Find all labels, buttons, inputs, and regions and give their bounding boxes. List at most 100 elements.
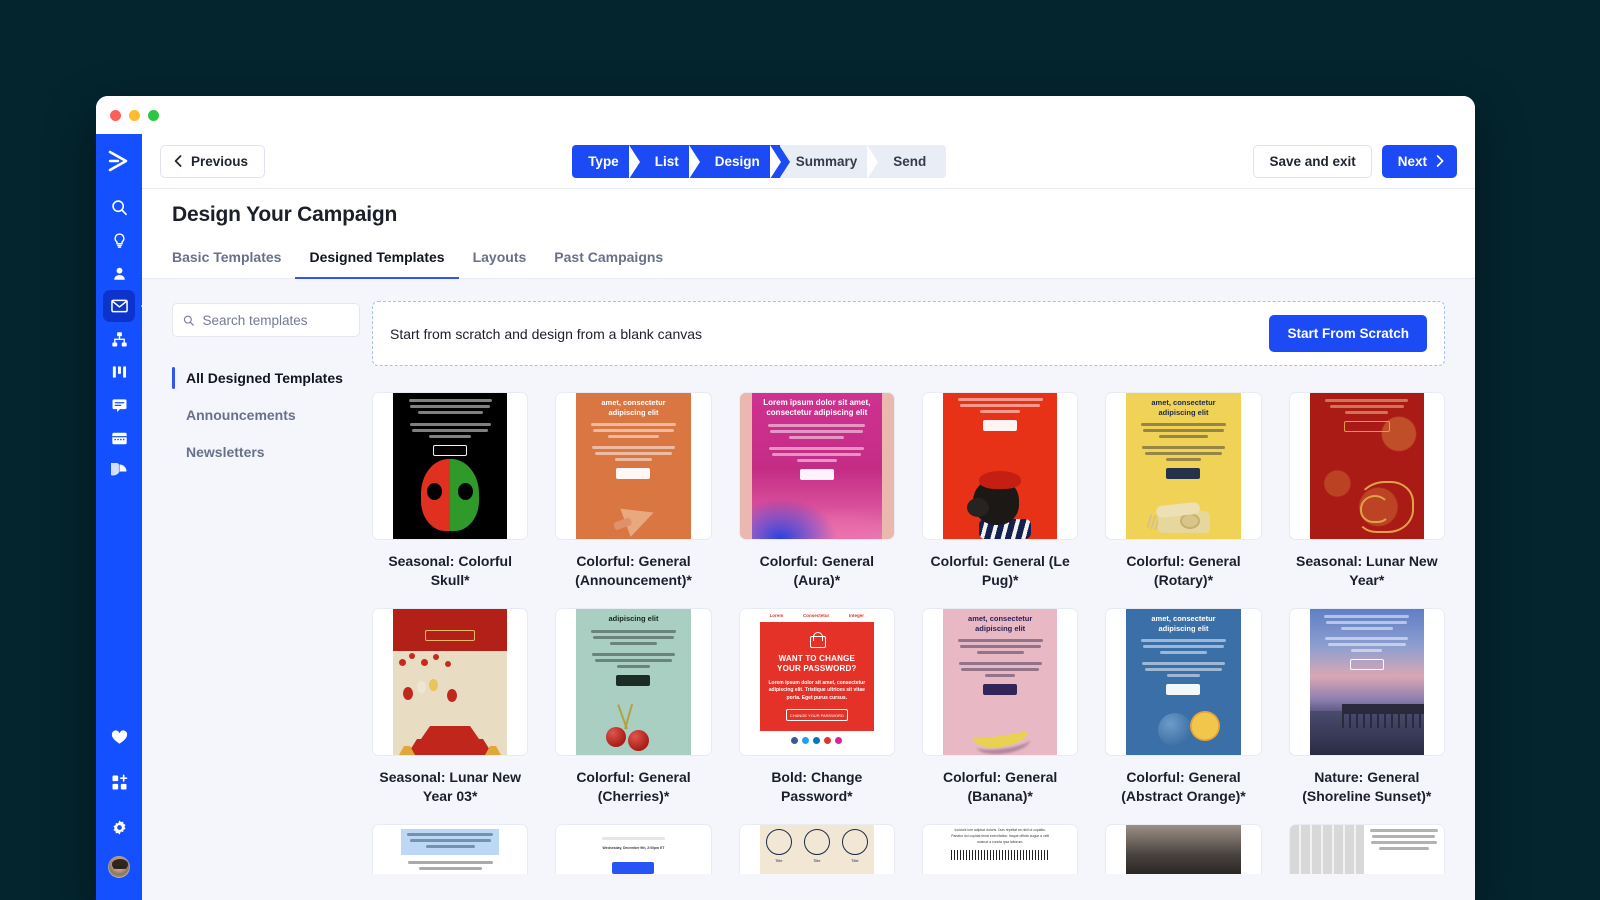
activecampaign-logo-icon[interactable] xyxy=(107,150,131,177)
website-icon[interactable] xyxy=(103,422,135,454)
template-preview-change-password: Lorem Consectetur Integer WANT TO CHANGE… xyxy=(759,609,874,755)
template-thumbnail[interactable] xyxy=(1288,608,1445,756)
start-from-scratch-text: Start from scratch and design from a bla… xyxy=(390,325,703,342)
window-maximize-button[interactable] xyxy=(148,109,159,121)
category-announcements[interactable]: Announcements xyxy=(172,400,360,430)
template-name: Colorful: General (Rotary)* xyxy=(1126,553,1241,589)
template-preview-abstract-orange: amet, consectetur adipiscing elit xyxy=(1126,609,1241,755)
template-thumbnail[interactable] xyxy=(372,392,529,540)
category-all-designed-templates[interactable]: All Designed Templates xyxy=(172,363,360,393)
pipelines-icon[interactable] xyxy=(103,356,135,388)
template-card[interactable] xyxy=(1105,824,1262,874)
template-card[interactable]: Colorful: General (Le Pug)* xyxy=(921,392,1079,608)
template-card[interactable]: amet, consectetur adipiscing elit Colorf… xyxy=(921,608,1079,824)
template-thumbnail[interactable]: Lorem Consectetur Integer WANT TO CHANGE… xyxy=(738,608,895,756)
template-name: Seasonal: Lunar New Year 03* xyxy=(379,769,521,805)
template-card[interactable] xyxy=(1288,824,1445,874)
contacts-icon[interactable] xyxy=(103,257,135,289)
step-design[interactable]: Design xyxy=(698,144,790,178)
template-card[interactable]: Incidunt iure adipisci doloris. Duis rep… xyxy=(921,824,1079,874)
template-thumbnail[interactable]: amet, consectetur adipiscing elit xyxy=(921,608,1079,756)
gear-icon[interactable] xyxy=(103,811,135,843)
template-card[interactable]: amet, consectetur adipiscing elit Colorf… xyxy=(1105,392,1262,608)
previous-button[interactable]: Previous xyxy=(160,144,266,178)
tab-designed-templates[interactable]: Designed Templates xyxy=(295,249,459,279)
step-design-label: Design xyxy=(714,153,760,169)
template-thumbnail[interactable]: Incidunt iure adipisci doloris. Duis rep… xyxy=(921,824,1079,874)
template-card[interactable] xyxy=(372,824,529,874)
save-and-exit-button[interactable]: Save and exit xyxy=(1253,144,1372,178)
heart-icon[interactable] xyxy=(103,721,135,753)
template-preview-receipt: Incidunt iure adipisci doloris. Duis rep… xyxy=(943,825,1058,874)
global-nav-rail xyxy=(96,134,142,900)
conversations-icon[interactable] xyxy=(103,389,135,421)
start-from-scratch-button[interactable]: Start From Scratch xyxy=(1269,315,1427,352)
campaign-toolbar: Previous Type List Design Summary Send S… xyxy=(142,134,1475,189)
template-card[interactable]: Seasonal: Colorful Skull* xyxy=(372,392,529,608)
next-button[interactable]: Next xyxy=(1381,144,1457,178)
tab-past-campaigns[interactable]: Past Campaigns xyxy=(540,249,677,279)
tab-layouts[interactable]: Layouts xyxy=(459,249,541,279)
window-close-button[interactable] xyxy=(110,109,121,121)
template-card[interactable]: Lorem ipsum dolor sit amet, consectetur … xyxy=(738,392,895,608)
campaign-stepper: Type List Design Summary Send xyxy=(572,144,947,178)
automations-icon[interactable] xyxy=(103,323,135,355)
template-card[interactable]: adipiscing elit Colorful: General (Cherr… xyxy=(555,608,712,824)
template-card[interactable]: Title Title Title xyxy=(738,824,895,874)
template-thumbnail[interactable] xyxy=(1288,392,1445,540)
template-thumbnail[interactable] xyxy=(372,608,529,756)
step-summary-label: Summary xyxy=(795,153,858,169)
lock-icon xyxy=(809,632,826,648)
template-preview-lunar-new-year-03 xyxy=(393,609,508,755)
preview-body: Incidunt iure adipisci doloris. Duis rep… xyxy=(951,828,1050,844)
barcode xyxy=(951,850,1050,861)
template-name: Colorful: General (Banana)* xyxy=(942,769,1058,805)
template-thumbnail[interactable]: adipiscing elit xyxy=(555,608,712,756)
template-thumbnail[interactable]: amet, consectetur adipiscing elit xyxy=(1105,608,1262,756)
template-thumbnail[interactable] xyxy=(921,392,1079,540)
step-send[interactable]: Send xyxy=(877,144,947,178)
step-type[interactable]: Type xyxy=(572,144,649,178)
category-list: All Designed Templates Announcements New… xyxy=(172,363,360,467)
template-name: Nature: General (Shoreline Sunset)* xyxy=(1302,769,1432,805)
lightbulb-icon[interactable] xyxy=(103,224,135,256)
template-thumbnail[interactable] xyxy=(1288,824,1445,874)
envelope-icon[interactable] xyxy=(103,290,135,322)
template-card[interactable]: Seasonal: Lunar New Year 03* xyxy=(372,608,529,824)
reports-icon[interactable] xyxy=(103,455,135,487)
step-list-label: List xyxy=(654,153,679,169)
page-header: Design Your Campaign Basic Templates Des… xyxy=(142,189,1475,279)
template-thumbnail[interactable]: Wednesday, December 9th, 2:00pm ET xyxy=(555,824,712,874)
template-card[interactable]: Lorem Consectetur Integer WANT TO CHANGE… xyxy=(738,608,895,824)
app-window: Previous Type List Design Summary Send S… xyxy=(96,96,1475,900)
template-thumbnail[interactable] xyxy=(372,824,529,874)
step-type-label: Type xyxy=(588,153,619,169)
template-card[interactable]: amet, consectetur adipiscing elit Colorf… xyxy=(555,392,712,608)
preview-nav: Lorem Consectetur Integer xyxy=(759,609,874,622)
template-thumbnail[interactable]: Lorem ipsum dolor sit amet, consectetur … xyxy=(738,392,895,540)
window-minimize-button[interactable] xyxy=(129,109,140,121)
template-preview-city xyxy=(1126,825,1241,874)
template-thumbnail[interactable]: amet, consectetur adipiscing elit xyxy=(555,392,712,540)
window-titlebar xyxy=(96,96,1475,134)
avatar[interactable] xyxy=(108,856,130,878)
template-card[interactable]: Wednesday, December 9th, 2:00pm ET xyxy=(555,824,712,874)
template-card[interactable]: amet, consectetur adipiscing elit Colorf… xyxy=(1105,608,1262,824)
template-card[interactable]: Seasonal: Lunar New Year* xyxy=(1288,392,1445,608)
template-preview-banana: amet, consectetur adipiscing elit xyxy=(943,609,1058,755)
tab-basic-templates[interactable]: Basic Templates xyxy=(172,249,295,279)
search-templates-input[interactable] xyxy=(202,312,349,328)
template-grid: Seasonal: Colorful Skull* amet, consecte… xyxy=(372,392,1445,874)
template-thumbnail[interactable] xyxy=(1105,824,1262,874)
category-newsletters[interactable]: Newsletters xyxy=(172,437,360,467)
search-icon[interactable] xyxy=(103,191,135,223)
step-summary[interactable]: Summary xyxy=(779,144,878,178)
template-preview-blue-note xyxy=(393,825,508,874)
template-thumbnail[interactable]: Title Title Title xyxy=(738,824,895,874)
apps-add-icon[interactable] xyxy=(103,766,135,798)
search-templates-box[interactable] xyxy=(172,303,360,337)
template-thumbnail[interactable]: amet, consectetur adipiscing elit xyxy=(1105,392,1262,540)
previous-button-label: Previous xyxy=(191,153,249,169)
template-card[interactable]: Nature: General (Shoreline Sunset)* xyxy=(1288,608,1445,824)
next-button-label: Next xyxy=(1397,153,1427,169)
